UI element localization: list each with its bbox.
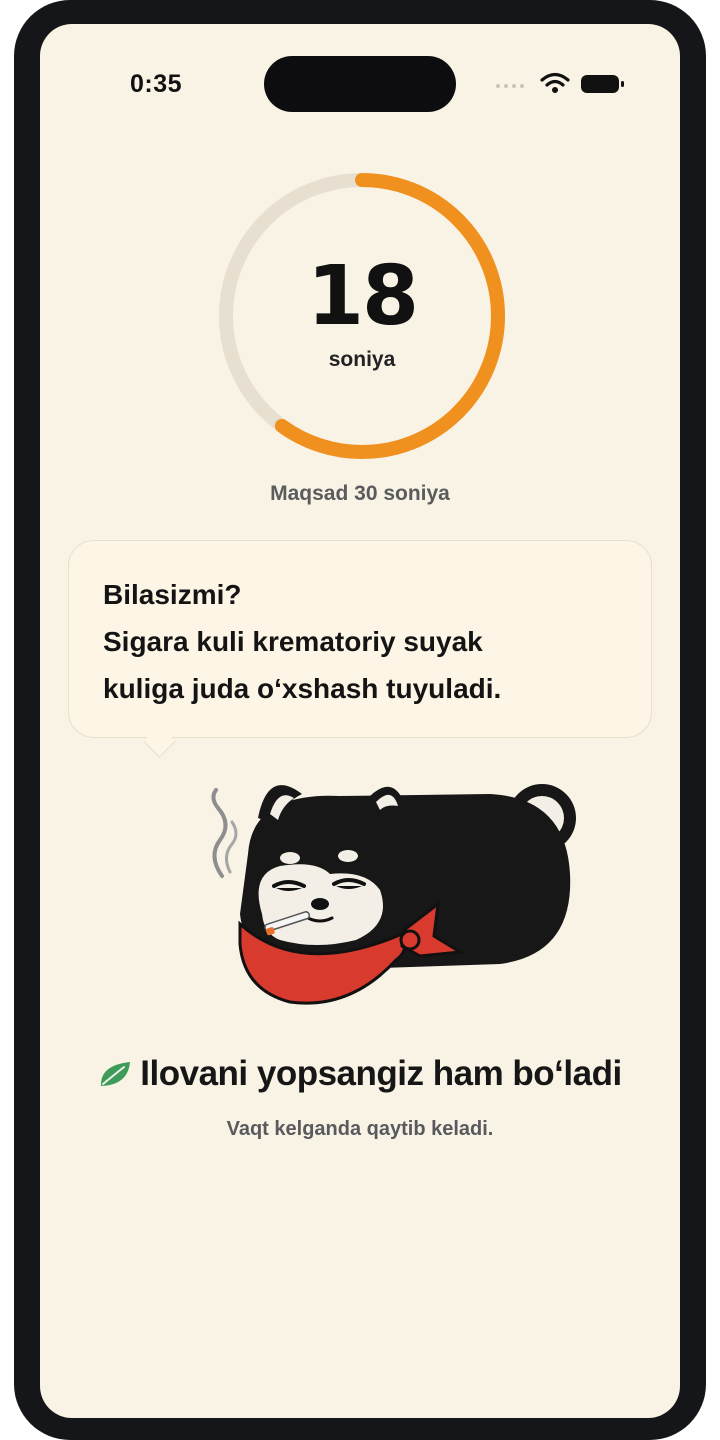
countdown-timer: 18 soniya [214,168,510,464]
dynamic-island [264,56,456,112]
timer-unit: soniya [328,348,396,371]
app-screen: 0:35 18 soniya Maqsad 30 soniya Bilasizm… [40,24,680,1418]
hint-subtitle: Vaqt kelganda qaytib keladi. [226,1118,494,1140]
leaf-icon [101,1062,131,1086]
fact-line: kuliga juda o‘xshash tuyuladi. [103,673,502,704]
hint-row: Ilovani yopsangiz ham bo‘ladi [40,1054,680,1100]
fact-bubble: Bilasizmi? Sigara kuli krematoriy suyak … [68,540,652,738]
status-icons [494,72,634,96]
phone-frame: 0:35 18 soniya Maqsad 30 soniya Bilasizm… [14,0,706,1440]
mascot-dog-illustration [211,784,576,1005]
goal-label: Maqsad 30 soniya [270,482,450,505]
wifi-icon [540,72,570,93]
battery-icon [581,75,624,93]
hint-title: Ilovani yopsangiz ham bo‘ladi [140,1054,622,1093]
timer-value: 18 [306,249,419,344]
fact-line: Sigara kuli krematoriy suyak [103,626,483,657]
status-time: 0:35 [130,70,183,98]
fact-heading: Bilasizmi? [103,579,242,610]
signal-icon [496,84,524,88]
